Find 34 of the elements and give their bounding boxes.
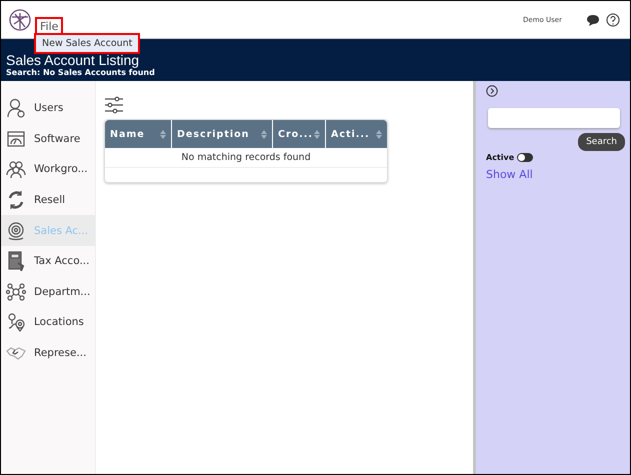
sidebar-item[interactable]: Resell — [1, 184, 95, 216]
software-icon — [6, 128, 26, 149]
column-header[interactable]: Acti... — [326, 120, 387, 148]
chat-icon[interactable] — [586, 12, 600, 26]
logo-icon — [9, 8, 31, 30]
search-button[interactable]: Search — [578, 133, 625, 151]
sidebar-item[interactable]: Tax Acco... — [1, 246, 95, 277]
page-title: Sales Account Listing — [6, 52, 140, 68]
sidebar-item[interactable]: Software — [1, 124, 95, 154]
pin-icon — [6, 312, 26, 332]
target-icon — [6, 220, 26, 241]
column-header[interactable]: Description — [172, 120, 273, 148]
sidebar-item[interactable]: Workgro... — [1, 154, 95, 185]
empty-message: No matching records found — [105, 148, 387, 168]
active-toggle[interactable] — [517, 153, 534, 162]
network-icon — [6, 282, 26, 302]
search-field[interactable] — [488, 108, 620, 128]
column-header[interactable]: Name — [105, 120, 172, 148]
group-icon — [6, 159, 26, 180]
user-icon — [6, 98, 26, 118]
sidebar-item[interactable]: Locations — [1, 307, 95, 338]
file-menu[interactable]: File — [37, 19, 62, 34]
expand-icon[interactable] — [486, 85, 498, 97]
search-summary: Search: No Sales Accounts found — [6, 68, 156, 78]
sidebar-item[interactable]: Departm... — [1, 276, 95, 308]
sidebar-item[interactable]: Represe... — [1, 338, 95, 368]
cycle-icon — [6, 190, 26, 210]
column-header[interactable]: Cro... — [273, 120, 326, 148]
help-icon[interactable] — [606, 12, 620, 26]
show-all-link[interactable]: Show All — [486, 168, 533, 181]
active-label: Active — [486, 153, 514, 162]
sidebar-item[interactable]: Users — [1, 93, 95, 124]
new-sales-account-menu-item[interactable]: New Sales Account — [36, 35, 138, 52]
filter-sliders-icon[interactable] — [104, 95, 124, 115]
